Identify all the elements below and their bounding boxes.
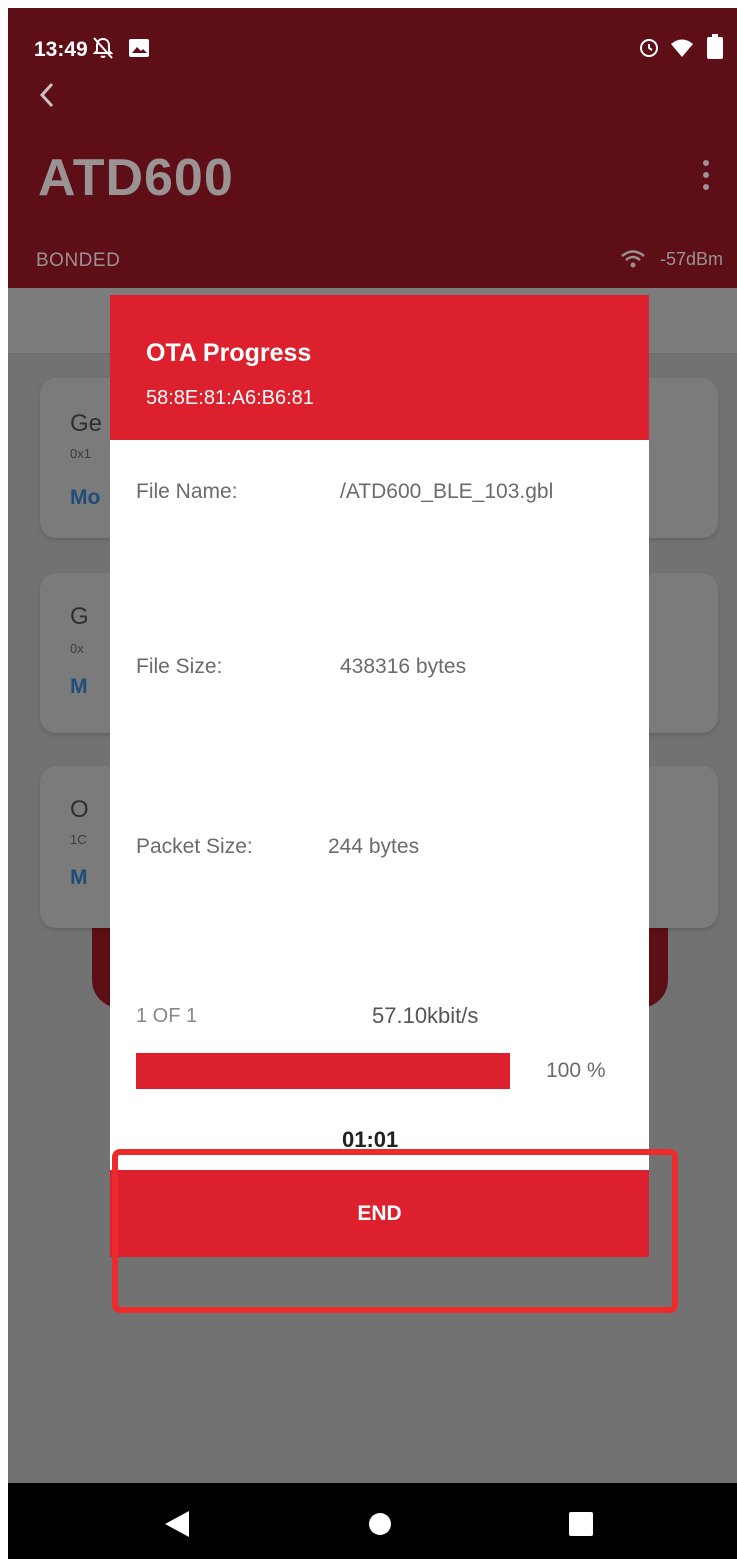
- part-counter: 1 OF 1: [136, 1005, 198, 1027]
- service-title: Ge: [70, 410, 103, 437]
- signal-icon: [621, 250, 645, 268]
- service-uuid: 1C: [70, 832, 87, 847]
- file-size-value: 438316 bytes: [340, 655, 467, 678]
- file-name-label: File Name:: [136, 480, 238, 503]
- app-bar: 13:49 ATD600 BONDED -57dBm: [8, 8, 737, 288]
- nav-back-icon[interactable]: [165, 1511, 189, 1537]
- alarm-icon: [638, 36, 660, 64]
- device-address: 58:8E:81:A6:B6:81: [146, 387, 314, 409]
- service-title: G: [70, 603, 89, 630]
- more-info-link[interactable]: M: [70, 866, 88, 890]
- image-icon: [128, 38, 150, 64]
- chevron-left-icon: [39, 82, 54, 108]
- ota-progress-dialog: OTA Progress 58:8E:81:A6:B6:81 File Name…: [110, 295, 649, 1257]
- system-nav-bar: [8, 1483, 737, 1559]
- wifi-icon: [670, 38, 694, 64]
- status-time: 13:49: [34, 38, 88, 61]
- file-name-value: /ATD600_BLE_103.gbl: [340, 480, 554, 503]
- progress-fill: [136, 1053, 510, 1089]
- transfer-speed: 57.10kbit/s: [372, 1003, 479, 1028]
- phone-screen: 13:49 ATD600 BONDED -57dBm Ge 0x1 Mo G 0…: [8, 8, 737, 1559]
- more-info-link[interactable]: Mo: [70, 486, 100, 510]
- more-info-link[interactable]: M: [70, 675, 88, 699]
- packet-size-value: 244 bytes: [328, 835, 420, 858]
- dialog-header: OTA Progress 58:8E:81:A6:B6:81: [110, 295, 649, 440]
- file-size-label: File Size:: [136, 655, 223, 678]
- dialog-title: OTA Progress: [146, 339, 312, 367]
- service-title: O: [70, 796, 89, 823]
- rssi-indicator: -57dBm: [620, 248, 723, 270]
- notifications-off-icon: [92, 36, 114, 66]
- device-title: ATD600: [38, 149, 234, 207]
- packet-size-label: Packet Size:: [136, 835, 253, 858]
- battery-icon: [704, 34, 726, 66]
- service-uuid: 0x1: [70, 446, 91, 461]
- connection-state: BONDED: [36, 250, 121, 271]
- overflow-menu-icon[interactable]: [698, 160, 714, 200]
- progress-percent: 100 %: [546, 1059, 606, 1082]
- nav-recents-icon[interactable]: [569, 1512, 593, 1536]
- service-uuid: 0x: [70, 641, 84, 656]
- rssi-value: -57dBm: [659, 248, 723, 269]
- progress-bar: [136, 1053, 510, 1089]
- highlight-outline: [112, 1149, 678, 1313]
- nav-home-icon[interactable]: [369, 1513, 391, 1535]
- back-button[interactable]: [36, 80, 66, 116]
